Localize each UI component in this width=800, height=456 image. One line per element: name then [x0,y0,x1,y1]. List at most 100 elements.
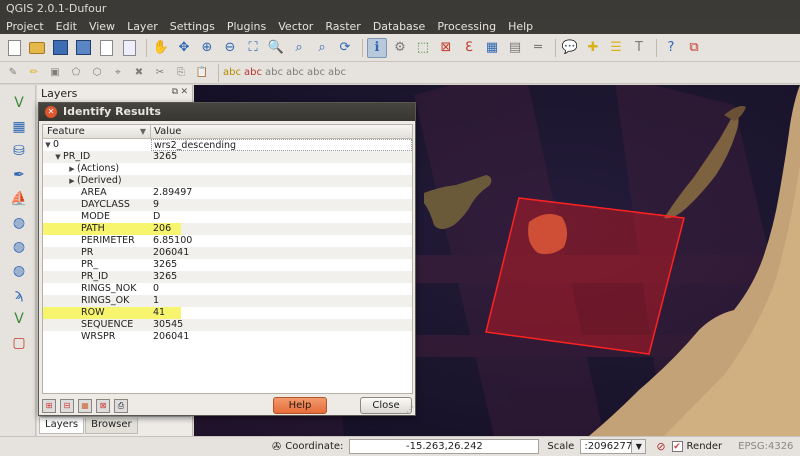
collapse-arrow-icon[interactable]: ▶ [67,175,77,187]
current-edits-icon[interactable]: ✎ [4,64,22,82]
new-print-composer-icon[interactable] [96,38,116,58]
add-raster-layer-icon[interactable]: ▦ [9,117,29,137]
identify-features-icon[interactable]: ℹ [367,37,387,58]
pin-labels-icon[interactable]: abc [244,64,262,82]
copy-features-icon[interactable]: ⎘ [172,64,190,82]
render-checkbox[interactable]: ✔ [671,441,683,452]
table-row[interactable]: WRSPR 206041 [43,331,412,343]
resize-grip-icon[interactable]: ⋰ [406,405,414,414]
table-row-highlighted[interactable]: PATH 206 [43,223,412,235]
menu-raster[interactable]: Raster [325,20,360,33]
table-row[interactable]: SEQUENCE 30545 [43,319,412,331]
paste-features-icon[interactable]: 📋 [193,64,211,82]
add-spatialite-layer-icon[interactable]: ✒ [9,165,29,185]
new-bookmark-icon[interactable]: ✚ [583,38,603,58]
show-hide-labels-icon[interactable]: abc [265,64,283,82]
panel-close-icon[interactable]: ✕ [180,87,188,97]
close-button[interactable]: Close [360,397,412,414]
show-bookmarks-icon[interactable]: ☰ [606,38,626,58]
table-row[interactable]: AREA 2.89497 [43,187,412,199]
expand-new-icon[interactable]: ▦ [78,399,92,413]
zoom-out-icon[interactable]: ⊖ [220,38,240,58]
table-row[interactable]: ▼ PR_ID 3265 [43,151,412,163]
table-row[interactable]: RINGS_OK 1 [43,295,412,307]
attribute-table-icon[interactable]: ▦ [482,38,502,58]
table-row[interactable]: RINGS_NOK 0 [43,283,412,295]
rotate-label-icon[interactable]: abc [307,64,325,82]
table-row[interactable]: PERIMETER 6.85100 [43,235,412,247]
table-row[interactable]: PR 206041 [43,247,412,259]
label-tool-icon[interactable]: abc [223,64,241,82]
save-project-icon[interactable] [50,38,70,58]
table-row[interactable]: MODE D [43,211,412,223]
refresh-icon[interactable]: ⟳ [335,38,355,58]
pan-icon[interactable]: ✋ [151,38,171,58]
delete-selected-icon[interactable]: ✖ [130,64,148,82]
add-postgis-layer-icon[interactable]: ⛁ [9,141,29,161]
tab-layers[interactable]: Layers [39,418,85,434]
add-wms-layer-icon[interactable]: ◍ [9,213,29,233]
menu-layer[interactable]: Layer [127,20,158,33]
table-row[interactable]: DAYCLASS 9 [43,199,412,211]
menu-help[interactable]: Help [508,20,533,33]
value-column-header[interactable]: Value [151,125,412,138]
toggle-editing-icon[interactable]: ✏ [25,64,43,82]
node-tool-icon[interactable]: ⌖ [109,64,127,82]
new-project-icon[interactable] [4,38,24,58]
scale-field[interactable]: :2096277 [580,439,633,454]
add-mssql-layer-icon[interactable]: ⛵ [9,189,29,209]
move-label-icon[interactable]: abc [286,64,304,82]
menu-database[interactable]: Database [373,20,426,33]
statistics-icon[interactable]: ▤ [505,38,525,58]
feature-column-header[interactable]: Feature ▼ [43,125,151,138]
table-row[interactable]: PR_ID 3265 [43,271,412,283]
table-row[interactable]: ▶ (Derived) [43,175,412,187]
new-shapefile-icon[interactable]: V [9,309,29,329]
collapse-all-icon[interactable]: ⊟ [60,399,74,413]
help-button[interactable]: Help [273,397,327,414]
dialog-close-icon[interactable]: ✕ [45,106,57,118]
menu-plugins[interactable]: Plugins [227,20,266,33]
python-console-icon[interactable]: ⧉ [684,38,704,58]
menu-processing[interactable]: Processing [437,20,496,33]
scale-dropdown-icon[interactable]: ▼ [632,439,647,454]
select-features-icon[interactable]: ⬚ [413,38,433,58]
pan-to-selection-icon[interactable]: ✥ [174,38,194,58]
identify-tree[interactable]: Feature ▼ Value ▼ 0 wrs2_descending ▼ PR_I… [42,124,413,394]
menu-vector[interactable]: Vector [278,20,313,33]
zoom-in-icon[interactable]: ⊕ [197,38,217,58]
add-vector-layer-icon[interactable]: V [9,93,29,113]
expand-arrow-icon[interactable]: ▼ [43,139,53,151]
zoom-to-selection-icon[interactable]: ⌕ [289,38,309,58]
add-delimited-text-icon[interactable]: ϡ [9,285,29,305]
clear-results-icon[interactable]: ⊠ [96,399,110,413]
tab-browser[interactable]: Browser [85,418,138,434]
table-row[interactable]: ▶ (Actions) [43,163,412,175]
measure-line-icon[interactable]: ═ [528,38,548,58]
panel-float-icon[interactable]: ⧉ [172,87,178,97]
menu-edit[interactable]: Edit [56,20,77,33]
table-row[interactable]: ▼ 0 wrs2_descending [43,139,412,151]
add-wcs-layer-icon[interactable]: ◍ [9,237,29,257]
coordinate-field[interactable]: -15.263,26.242 [349,439,540,454]
open-project-icon[interactable] [27,38,47,58]
add-wfs-layer-icon[interactable]: ◍ [9,261,29,281]
move-feature-icon[interactable]: ⬡ [88,64,106,82]
print-icon[interactable]: ⎙ [114,399,128,413]
collapse-arrow-icon[interactable]: ▶ [67,163,77,175]
zoom-to-layer-icon[interactable]: 🔍 [266,38,286,58]
expand-all-icon[interactable]: ⊞ [42,399,56,413]
remove-layer-icon[interactable]: ▢ [9,333,29,353]
zoom-last-icon[interactable]: ⌕ [312,38,332,58]
map-tips-icon[interactable]: 💬 [560,38,580,58]
menu-project[interactable]: Project [6,20,44,33]
change-label-icon[interactable]: abc [328,64,346,82]
expand-arrow-icon[interactable]: ▼ [53,151,63,163]
menu-settings[interactable]: Settings [170,20,215,33]
zoom-full-icon[interactable]: ⛶ [243,38,263,58]
whats-this-icon[interactable]: ? [661,38,681,58]
coordinate-toggle-icon[interactable]: ✇ [272,440,281,453]
crs-status[interactable]: EPSG:4326 [738,441,793,452]
field-calculator-icon[interactable]: ℇ [459,38,479,58]
composer-manager-icon[interactable] [119,38,139,58]
